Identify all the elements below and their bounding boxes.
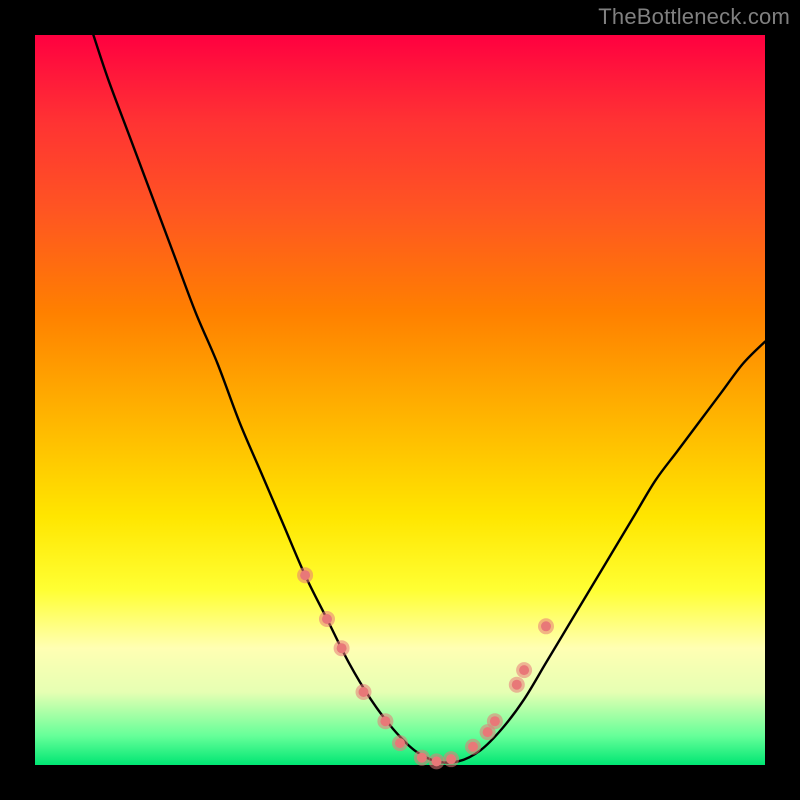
chart-svg [35, 35, 765, 765]
marker-point-core [380, 716, 390, 726]
marker-point-core [519, 665, 529, 675]
chart-frame: TheBottleneck.com [0, 0, 800, 800]
marker-point-core [468, 742, 478, 752]
highlight-markers [297, 567, 554, 769]
marker-point-core [395, 738, 405, 748]
marker-point-core [359, 687, 369, 697]
marker-point-core [432, 756, 442, 766]
marker-point-core [337, 643, 347, 653]
marker-point-core [512, 680, 522, 690]
marker-point-core [541, 621, 551, 631]
marker-point-core [322, 614, 332, 624]
marker-point-core [300, 570, 310, 580]
marker-point-core [446, 754, 456, 764]
marker-point-core [490, 716, 500, 726]
marker-point-core [417, 753, 427, 763]
marker-point-core [483, 727, 493, 737]
plot-area [35, 35, 765, 765]
bottleneck-curve [93, 35, 765, 763]
watermark-text: TheBottleneck.com [598, 4, 790, 30]
